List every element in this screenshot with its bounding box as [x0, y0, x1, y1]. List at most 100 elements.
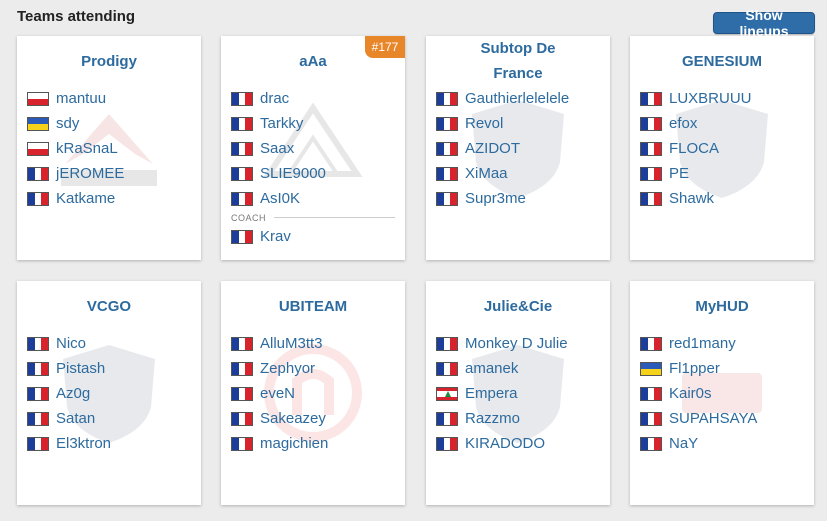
player-name[interactable]: AlluM3tt3 [260, 335, 323, 352]
player-row[interactable]: magichien [231, 431, 399, 456]
player-row[interactable]: AsI0K [231, 186, 399, 211]
flag-fr-icon [231, 386, 253, 401]
player-name[interactable]: AsI0K [260, 190, 300, 207]
team-name[interactable]: VCGO [34, 281, 184, 319]
player-name[interactable]: sdy [56, 115, 79, 132]
player-row[interactable]: Kair0s [640, 381, 808, 406]
player-name[interactable]: Tarkky [260, 115, 303, 132]
player-row[interactable]: sdy [27, 111, 195, 136]
player-row[interactable]: drac [231, 86, 399, 111]
player-row[interactable]: Gauthierlelelele [436, 86, 604, 111]
player-name[interactable]: Nico [56, 335, 86, 352]
player-row[interactable]: Empera [436, 381, 604, 406]
coach-name[interactable]: Krav [260, 228, 291, 245]
player-name[interactable]: eveN [260, 385, 295, 402]
player-name[interactable]: Gauthierlelelele [465, 90, 569, 107]
flag-fr-icon [640, 191, 662, 206]
player-name[interactable]: efox [669, 115, 697, 132]
show-lineups-button[interactable]: Show lineups [713, 7, 815, 39]
player-row[interactable]: mantuu [27, 86, 195, 111]
player-row[interactable]: XiMaa [436, 161, 604, 186]
player-name[interactable]: Pistash [56, 360, 105, 377]
player-row[interactable]: Razzmo [436, 406, 604, 431]
player-row[interactable]: Satan [27, 406, 195, 431]
player-name[interactable]: SUPAHSAYA [669, 410, 757, 427]
player-list: Monkey D Julie amanek Empera Razzmo KIRADODO [436, 331, 604, 456]
player-name[interactable]: amanek [465, 360, 518, 377]
player-name[interactable]: KIRADODO [465, 435, 545, 452]
player-name[interactable]: Monkey D Julie [465, 335, 568, 352]
player-name[interactable]: Saax [260, 140, 294, 157]
flag-fr-icon [640, 91, 662, 106]
player-row[interactable]: jEROMEE [27, 161, 195, 186]
player-row[interactable]: El3ktron [27, 431, 195, 456]
player-row[interactable]: Shawk [640, 186, 808, 211]
player-name[interactable]: Empera [465, 385, 518, 402]
player-row[interactable]: Nico [27, 331, 195, 356]
player-row[interactable]: Az0g [27, 381, 195, 406]
player-row[interactable]: Katkame [27, 186, 195, 211]
player-row[interactable]: AlluM3tt3 [231, 331, 399, 356]
player-name[interactable]: FLOCA [669, 140, 719, 157]
player-row[interactable]: SLIE9000 [231, 161, 399, 186]
player-name[interactable]: Supr3me [465, 190, 526, 207]
player-name[interactable]: El3ktron [56, 435, 111, 452]
player-name[interactable]: PE [669, 165, 689, 182]
player-name[interactable]: Sakeazey [260, 410, 326, 427]
coach-row[interactable]: Krav [231, 224, 399, 249]
player-name[interactable]: Satan [56, 410, 95, 427]
team-name[interactable]: aAa [238, 36, 388, 74]
player-name[interactable]: drac [260, 90, 289, 107]
player-row[interactable]: PE [640, 161, 808, 186]
team-name[interactable]: Julie&Cie [443, 281, 593, 319]
player-name[interactable]: LUXBRUUU [669, 90, 752, 107]
team-name[interactable]: Subtop De France [463, 36, 573, 86]
player-row[interactable]: AZIDOT [436, 136, 604, 161]
player-row[interactable]: KIRADODO [436, 431, 604, 456]
flag-fr-icon [640, 411, 662, 426]
team-name[interactable]: MyHUD [647, 281, 797, 319]
team-card: MyHUD red1many Fl1pper Kair0s SUPAHSAYA NaY [630, 281, 814, 505]
player-row[interactable]: Sakeazey [231, 406, 399, 431]
player-name[interactable]: AZIDOT [465, 140, 520, 157]
player-row[interactable]: kRaSnaL [27, 136, 195, 161]
player-name[interactable]: Razzmo [465, 410, 520, 427]
player-name[interactable]: Revol [465, 115, 503, 132]
player-name[interactable]: kRaSnaL [56, 140, 118, 157]
team-name[interactable]: GENESIUM [647, 36, 797, 74]
player-name[interactable]: jEROMEE [56, 165, 124, 182]
player-row[interactable]: amanek [436, 356, 604, 381]
player-row[interactable]: FLOCA [640, 136, 808, 161]
player-row[interactable]: Fl1pper [640, 356, 808, 381]
player-name[interactable]: Katkame [56, 190, 115, 207]
player-name[interactable]: magichien [260, 435, 328, 452]
player-name[interactable]: NaY [669, 435, 698, 452]
player-row[interactable]: Revol [436, 111, 604, 136]
player-name[interactable]: Zephyor [260, 360, 315, 377]
player-row[interactable]: LUXBRUUU [640, 86, 808, 111]
player-name[interactable]: SLIE9000 [260, 165, 326, 182]
player-name[interactable]: red1many [669, 335, 736, 352]
player-row[interactable]: Saax [231, 136, 399, 161]
player-name[interactable]: Shawk [669, 190, 714, 207]
player-row[interactable]: NaY [640, 431, 808, 456]
player-row[interactable]: efox [640, 111, 808, 136]
player-name[interactable]: XiMaa [465, 165, 508, 182]
player-row[interactable]: Monkey D Julie [436, 331, 604, 356]
player-list: red1many Fl1pper Kair0s SUPAHSAYA NaY [640, 331, 808, 456]
player-row[interactable]: eveN [231, 381, 399, 406]
flag-fr-icon [27, 411, 49, 426]
player-name[interactable]: Fl1pper [669, 360, 720, 377]
player-row[interactable]: Tarkky [231, 111, 399, 136]
player-name[interactable]: mantuu [56, 90, 106, 107]
player-row[interactable]: red1many [640, 331, 808, 356]
team-name[interactable]: Prodigy [34, 36, 184, 74]
flag-fr-icon [231, 191, 253, 206]
player-row[interactable]: SUPAHSAYA [640, 406, 808, 431]
player-row[interactable]: Supr3me [436, 186, 604, 211]
player-name[interactable]: Az0g [56, 385, 90, 402]
player-row[interactable]: Zephyor [231, 356, 399, 381]
player-name[interactable]: Kair0s [669, 385, 712, 402]
player-row[interactable]: Pistash [27, 356, 195, 381]
team-name[interactable]: UBITEAM [238, 281, 388, 319]
